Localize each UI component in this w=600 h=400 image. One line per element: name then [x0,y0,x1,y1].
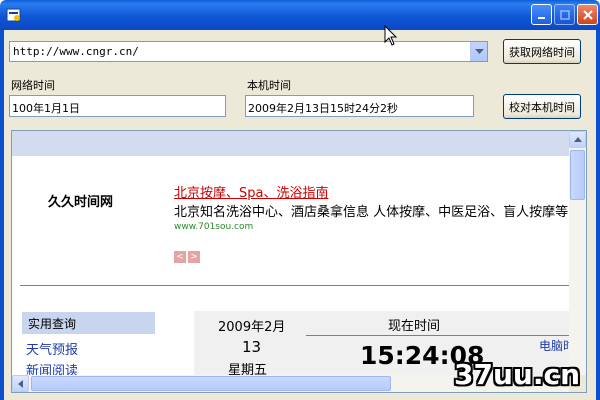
scroll-up-button[interactable] [569,131,586,148]
vertical-scroll-thumb[interactable] [570,150,585,200]
minimize-button[interactable] [531,4,552,25]
ad-title-link[interactable]: 北京按摩、Spa、洗浴指南 [174,182,328,201]
dropdown-button[interactable] [470,42,487,61]
watermark: 37uu.cn [454,358,580,391]
calendar-day: 13 [242,338,262,356]
calendar-month: 2009年2月 [218,320,286,335]
ad-description: 北京知名洗浴中心、酒店桑拿信息 人体按摩、中医足浴、盲人按摩等 [174,205,569,220]
ad-url-link[interactable]: www.701sou.com [174,222,253,232]
chevron-left-icon [18,379,23,388]
divider [20,285,570,286]
horizontal-scroll-thumb[interactable] [31,376,391,391]
sync-local-time-button[interactable]: 校对本机时间 [503,94,581,119]
close-icon [582,9,593,20]
minimize-icon [537,16,545,19]
next-ad-button[interactable]: > [188,251,200,263]
fetch-network-time-button[interactable]: 获取网络时间 [503,39,581,64]
close-button[interactable] [577,4,598,25]
local-time-field[interactable]: 2009年2月13日15时24分2秒 [245,95,474,117]
ad-nav: < > [174,251,200,263]
mouse-cursor-icon [384,25,398,46]
site-name: 久久时间网 [48,195,114,210]
chevron-down-icon [474,48,484,54]
url-input[interactable]: http://www.cngr.cn/ [13,45,139,58]
maximize-button[interactable] [554,4,575,25]
network-time-field[interactable]: 100年1月1日 [9,95,226,117]
clock-divider [306,335,569,336]
header-band [12,131,571,156]
url-combobox[interactable]: http://www.cngr.cn/ [9,41,488,62]
maximize-icon [559,9,570,20]
network-time-label: 网络时间 [11,79,55,92]
app-icon [6,8,21,22]
title-bar[interactable] [0,0,600,30]
weather-link[interactable]: 天气预报 [26,339,78,358]
web-browser-panel[interactable]: 久久时间网 北京按摩、Spa、洗浴指南 北京知名洗浴中心、酒店桑拿信息 人体按摩… [11,130,587,393]
prev-ad-button[interactable]: < [174,251,186,263]
vertical-scrollbar[interactable] [569,131,586,377]
current-time-label: 现在时间 [388,319,441,334]
query-section-header: 实用查询 [22,312,155,334]
scroll-left-button[interactable] [12,375,29,392]
chevron-up-icon [573,137,582,142]
local-time-label: 本机时间 [247,79,291,92]
